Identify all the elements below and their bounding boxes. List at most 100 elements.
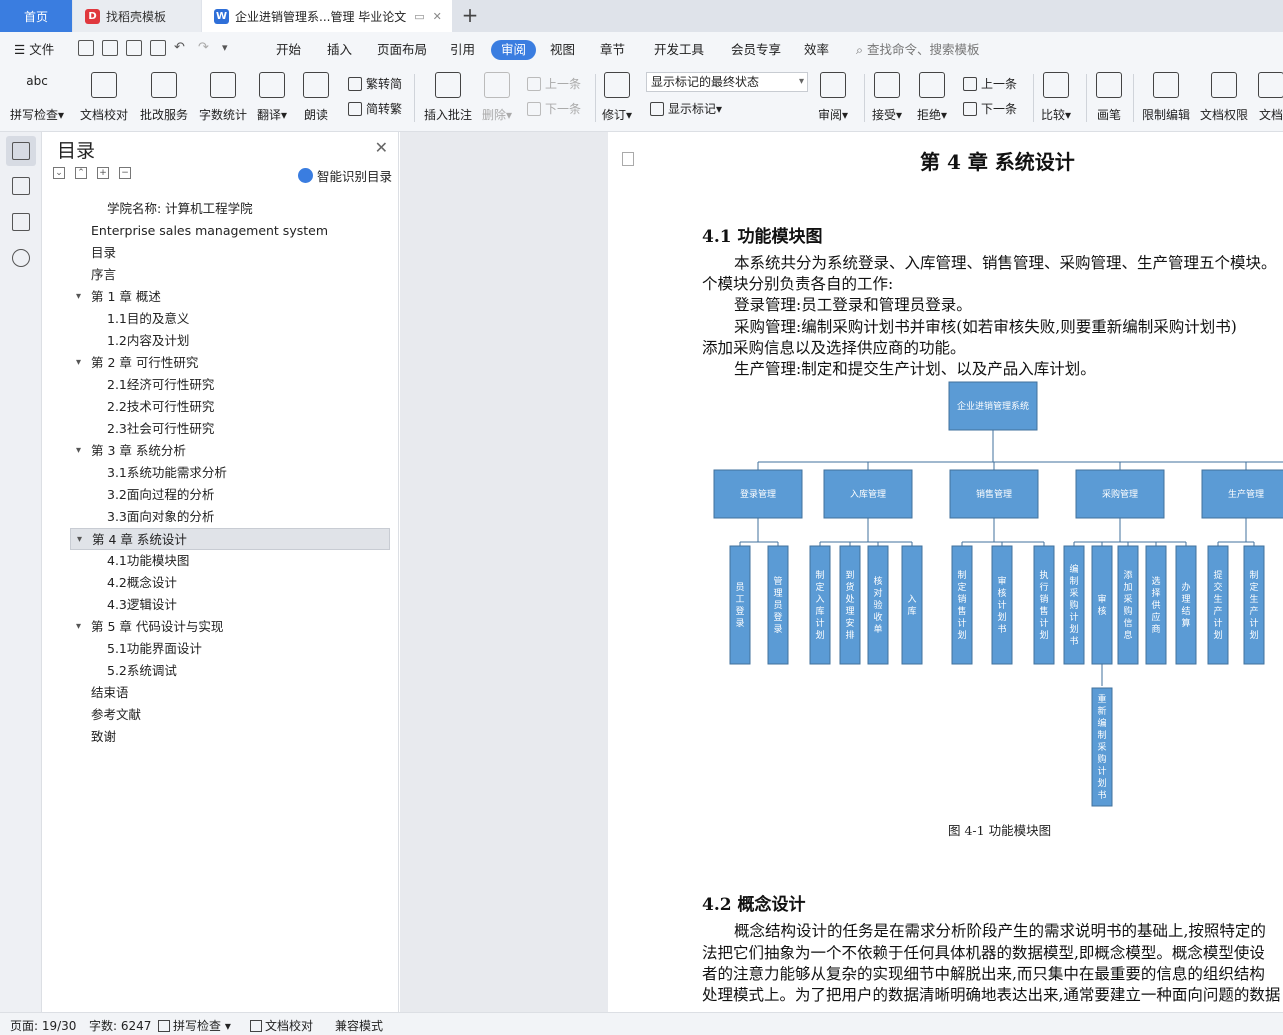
insert-comment-button[interactable]: 插入批注 (424, 70, 472, 126)
spell-check-button[interactable]: abc 拼写检查▾ (10, 70, 64, 126)
remove-heading-icon[interactable]: − (119, 167, 131, 179)
read-aloud-button[interactable]: 朗读 (303, 70, 329, 126)
translate-button[interactable]: 翻译▾ (257, 70, 287, 126)
markup-state-select[interactable]: 显示标记的最终状态 (646, 72, 808, 92)
add-heading-icon[interactable]: + (97, 167, 109, 179)
prev-comment-button[interactable]: 上一条 (527, 74, 581, 94)
toc-item[interactable]: 2.1经济可行性研究 (70, 374, 390, 396)
page-indicator[interactable]: 页面: 19/30 (10, 1017, 76, 1034)
close-icon[interactable]: ✕ (375, 138, 388, 157)
tab-home[interactable]: 首页 (0, 0, 72, 32)
collapse-icon[interactable]: ⌄ (53, 167, 65, 179)
redo-icon[interactable]: ↷ (198, 40, 214, 56)
toc-item[interactable]: 5.2系统调试 (70, 660, 390, 682)
page-format-icon[interactable] (622, 152, 634, 166)
toc-chapter-item[interactable]: ▾ 第 5 章 代码设计与实现 (70, 616, 390, 638)
toc-item[interactable]: 2.3社会可行性研究 (70, 418, 390, 440)
status-doc-check[interactable]: 文档校对 (250, 1017, 313, 1034)
chevron-down-icon[interactable]: ▾ (76, 616, 81, 638)
tab-window-icon[interactable]: ▭ (414, 10, 424, 23)
word-count-indicator[interactable]: 字数: 6247 (89, 1017, 151, 1034)
pen-button[interactable]: 画笔 (1096, 70, 1122, 126)
tab-close-icon[interactable]: ✕ (433, 10, 442, 23)
menu-view[interactable]: 视图 (550, 40, 575, 60)
toc-chapter-item[interactable]: ▾ 第 3 章 系统分析 (70, 440, 390, 462)
next-comment-button[interactable]: 下一条 (527, 99, 581, 119)
doc-more-button[interactable]: 文档 (1258, 70, 1283, 126)
smart-toc-button[interactable]: 智能识别目录 (297, 166, 392, 185)
tab-document[interactable]: W 企业进销管理系...管理 毕业论文 ▭ ✕ (202, 0, 452, 32)
export-icon[interactable] (102, 40, 118, 56)
toc-item[interactable]: 1.1目的及意义 (70, 308, 390, 330)
document-page[interactable]: 第 4 章 系统设计 4.1 功能模块图 本系统共分为系统登录、入库管理、销售管… (608, 132, 1283, 1012)
trad-to-simp-button[interactable]: 繁转简 (348, 74, 402, 94)
toc-chapter-item[interactable]: ▾ 第 4 章 系统设计 (70, 528, 390, 550)
search-icon[interactable] (12, 249, 30, 267)
save-icon[interactable] (78, 40, 94, 56)
delete-comment-button[interactable]: 删除▾ (482, 70, 512, 126)
review-pane-button[interactable]: 审阅▾ (818, 70, 848, 126)
file-menu[interactable]: ☰ 文件 (14, 40, 54, 60)
chapter-nav-icon[interactable] (12, 177, 30, 195)
menu-insert[interactable]: 插入 (327, 40, 352, 60)
reject-button[interactable]: 拒绝▾ (917, 70, 947, 126)
toc-item[interactable]: 5.1功能界面设计 (70, 638, 390, 660)
menu-efficiency[interactable]: 效率 (804, 40, 829, 60)
menu-page-layout[interactable]: 页面布局 (377, 40, 427, 60)
chevron-down-icon[interactable]: ▾ (76, 440, 81, 462)
toc-item[interactable]: Enterprise sales management system (70, 220, 390, 242)
toc-item[interactable]: 3.3面向对象的分析 (70, 506, 390, 528)
smart-toc-icon (297, 168, 313, 183)
toc-item[interactable]: 4.3逻辑设计 (70, 594, 390, 616)
toc-item[interactable]: 序言 (70, 264, 390, 286)
chevron-down-icon[interactable]: ▾ (77, 529, 82, 551)
print-icon[interactable] (126, 40, 142, 56)
toc-chapter-item[interactable]: ▾ 第 2 章 可行性研究 (70, 352, 390, 374)
prev-change-button[interactable]: 上一条 (963, 74, 1017, 94)
toc-item[interactable]: 4.2概念设计 (70, 572, 390, 594)
bookmark-icon[interactable] (12, 213, 30, 231)
doc-permission-button[interactable]: 文档权限 (1200, 70, 1248, 126)
chevron-down-icon[interactable]: ▾ (76, 352, 81, 374)
toc-item[interactable]: 学院名称: 计算机工程学院 (70, 198, 390, 220)
toc-item[interactable]: 致谢 (70, 726, 390, 748)
compare-button[interactable]: 比较▾ (1041, 70, 1071, 126)
toc-item[interactable]: 3.1系统功能需求分析 (70, 462, 390, 484)
menu-chapter[interactable]: 章节 (600, 40, 625, 60)
next-change-button[interactable]: 下一条 (963, 99, 1017, 119)
preview-icon[interactable] (150, 40, 166, 56)
toc-item[interactable]: 参考文献 (70, 704, 390, 726)
show-markup-button[interactable]: 显示标记 ▾ (650, 99, 722, 119)
toc-item[interactable]: 2.2技术可行性研究 (70, 396, 390, 418)
toc-item[interactable]: 3.2面向过程的分析 (70, 484, 390, 506)
menu-review[interactable]: 审阅 (491, 40, 537, 60)
undo-icon[interactable]: ↶ (174, 40, 190, 56)
command-search[interactable]: ⌕ 查找命令、搜索模板 (856, 40, 980, 60)
toc-item[interactable]: 4.1功能模块图 (70, 550, 390, 572)
menu-member[interactable]: 会员专享 (731, 40, 781, 60)
simp-to-trad-button[interactable]: 简转繁 (348, 99, 402, 119)
menu-start[interactable]: 开始 (276, 40, 301, 60)
expand-icon[interactable]: ⌃ (75, 167, 87, 179)
function-module-diagram[interactable]: 企业进销管理系统登录管理 入库管理 销售管理 采购管理 生产管理员工登录管理员登录制定入… (704, 380, 1283, 810)
tab-daoke-templates[interactable]: D 找稻壳模板 (73, 0, 201, 32)
track-changes-button[interactable]: 修订▾ (602, 70, 632, 126)
ribbon-separator (864, 74, 865, 122)
menu-dev-tools[interactable]: 开发工具 (654, 40, 704, 60)
chevron-down-icon[interactable]: ▾ (76, 286, 81, 308)
batch-service-button[interactable]: 批改服务 (140, 70, 188, 126)
toc-item[interactable]: 目录 (70, 242, 390, 264)
menu-reference[interactable]: 引用 (450, 40, 475, 60)
toc-item[interactable]: 结束语 (70, 682, 390, 704)
accept-button[interactable]: 接受▾ (872, 70, 902, 126)
word-count-button[interactable]: 字数统计 (199, 70, 247, 126)
toc-chapter-item[interactable]: ▾ 第 1 章 概述 (70, 286, 390, 308)
toc-item[interactable]: 1.2内容及计划 (70, 330, 390, 352)
new-tab-button[interactable]: + (458, 4, 482, 28)
toc-panel-icon[interactable] (12, 142, 30, 160)
status-spell-check[interactable]: 拼写检查 ▾ (158, 1017, 231, 1034)
more-chevron-icon[interactable]: ▾ (222, 40, 234, 56)
toc-item-label: 5.1功能界面设计 (107, 641, 202, 656)
restrict-edit-button[interactable]: 限制编辑 (1142, 70, 1190, 126)
doc-check-button[interactable]: 文档校对 (80, 70, 128, 126)
